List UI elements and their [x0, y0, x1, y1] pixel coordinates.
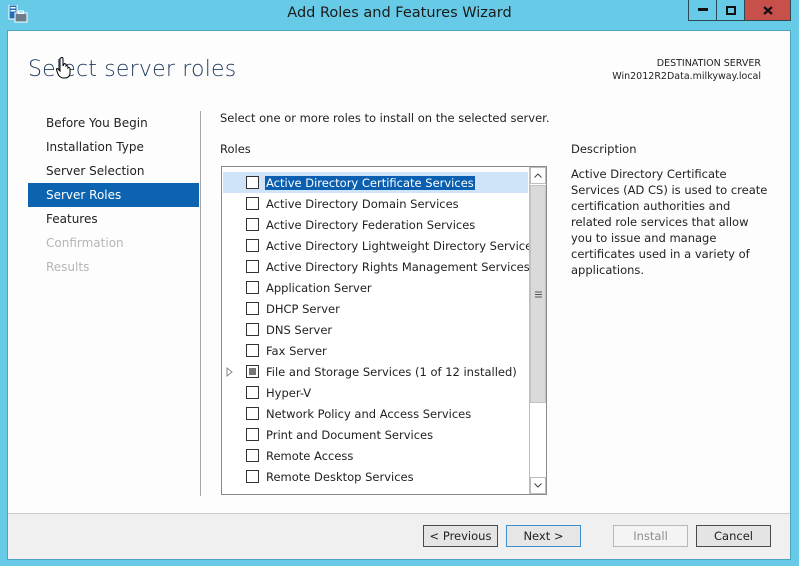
role-row[interactable]: Hyper-V [223, 382, 528, 403]
role-row[interactable]: Active Directory Rights Management Servi… [223, 256, 530, 277]
role-label: Active Directory Federation Services [266, 217, 476, 232]
role-checkbox[interactable] [246, 386, 259, 399]
instructions: Select one or more roles to install on t… [220, 111, 550, 125]
scroll-down-button[interactable] [530, 477, 546, 494]
role-checkbox[interactable] [246, 365, 259, 378]
wizard-footer: < Previous Next > Install Cancel [8, 513, 790, 559]
role-row[interactable]: Network Policy and Access Services [223, 403, 528, 424]
expand-arrow-icon[interactable] [226, 366, 234, 377]
destination-label: DESTINATION SERVER [656, 58, 761, 69]
destination-server-name: Win2012R2Data.milkyway.local [612, 71, 761, 82]
role-checkbox[interactable] [246, 197, 259, 210]
window-controls [688, 0, 791, 21]
hand-cursor-icon [56, 57, 71, 79]
previous-button[interactable]: < Previous [423, 525, 498, 547]
role-row[interactable]: DNS Server [223, 319, 528, 340]
role-row[interactable]: DHCP Server [223, 298, 528, 319]
role-row[interactable]: Active Directory Domain Services [223, 193, 528, 214]
role-checkbox[interactable] [246, 323, 259, 336]
role-checkbox[interactable] [246, 407, 259, 420]
cancel-button[interactable]: Cancel [696, 525, 771, 547]
role-label: Application Server [266, 280, 372, 295]
chevron-up-icon [534, 173, 542, 178]
role-row[interactable]: Application Server [223, 277, 528, 298]
description-text: Active Directory Certificate Services (A… [571, 167, 768, 277]
nav-item-results: Results [46, 260, 90, 274]
title-bar[interactable]: Add Roles and Features Wizard [0, 0, 799, 30]
roles-list[interactable]: Active Directory Certificate Services Act… [221, 166, 547, 495]
role-row[interactable]: Remote Access [223, 445, 528, 466]
role-row[interactable]: Active Directory Certificate Services [223, 172, 528, 193]
role-checkbox[interactable] [246, 344, 259, 357]
role-checkbox[interactable] [246, 449, 259, 462]
role-label: Active Directory Lightweight Directory S… [266, 238, 539, 253]
wizard-client-area: Select server roles DESTINATION SERVER W… [7, 30, 791, 560]
role-row[interactable]: Print and Document Services [223, 424, 528, 445]
role-label: DHCP Server [266, 301, 340, 316]
nav-item-server-roles[interactable]: Server Roles [28, 183, 199, 207]
window-title: Add Roles and Features Wizard [287, 5, 512, 21]
roles-heading: Roles [220, 142, 251, 156]
minimize-button[interactable] [689, 0, 717, 20]
nav-item-installation-type[interactable]: Installation Type [28, 135, 199, 159]
maximize-icon [725, 5, 736, 15]
role-checkbox[interactable] [246, 470, 259, 483]
role-checkbox[interactable] [246, 302, 259, 315]
next-button[interactable]: Next > [506, 525, 581, 547]
wizard-window: Add Roles and Features Wizard Select ser… [0, 0, 799, 566]
nav-item-confirmation: Confirmation [46, 236, 124, 250]
role-label: Active Directory Certificate Services [265, 175, 475, 190]
role-label: DNS Server [266, 322, 333, 337]
role-row[interactable]: Active Directory Federation Services [223, 214, 528, 235]
role-checkbox[interactable] [246, 239, 259, 252]
role-checkbox[interactable] [246, 260, 259, 273]
role-label: Hyper-V [266, 385, 312, 400]
role-label: Network Policy and Access Services [266, 406, 472, 421]
role-label: Remote Desktop Services [266, 469, 414, 484]
role-checkbox[interactable] [246, 281, 259, 294]
role-row[interactable]: Remote Desktop Services [223, 466, 528, 487]
nav-divider [200, 111, 201, 496]
nav-item-features[interactable]: Features [28, 207, 199, 231]
wizard-nav: Before You Begin Installation Type Serve… [28, 111, 199, 279]
minimize-icon [697, 8, 708, 11]
role-label: Fax Server [266, 343, 327, 358]
close-icon [762, 5, 773, 15]
role-row[interactable]: File and Storage Services (1 of 12 insta… [223, 361, 528, 382]
vertical-scrollbar[interactable] [529, 167, 546, 494]
role-row[interactable]: Fax Server [223, 340, 528, 361]
role-label: Print and Document Services [266, 427, 434, 442]
nav-item-before-you-begin[interactable]: Before You Begin [28, 111, 199, 135]
grip-icon [534, 291, 542, 297]
chevron-down-icon [534, 483, 542, 488]
role-label: File and Storage Services (1 of 12 insta… [266, 364, 517, 379]
role-checkbox[interactable] [246, 428, 259, 441]
role-label: Active Directory Rights Management Servi… [266, 259, 530, 274]
description-heading: Description [571, 142, 637, 156]
nav-item-server-selection[interactable]: Server Selection [28, 159, 199, 183]
scroll-up-button[interactable] [530, 167, 546, 184]
role-checkbox[interactable] [246, 176, 259, 189]
role-row[interactable]: Active Directory Lightweight Directory S… [223, 235, 538, 256]
maximize-button[interactable] [717, 0, 745, 20]
role-checkbox[interactable] [246, 218, 259, 231]
scroll-thumb[interactable] [530, 185, 546, 403]
role-label: Remote Access [266, 448, 354, 463]
destination-server: DESTINATION SERVER Win2012R2Data.milkywa… [612, 57, 761, 83]
install-button: Install [613, 525, 688, 547]
close-button[interactable] [745, 0, 790, 20]
role-label: Active Directory Domain Services [266, 196, 459, 211]
